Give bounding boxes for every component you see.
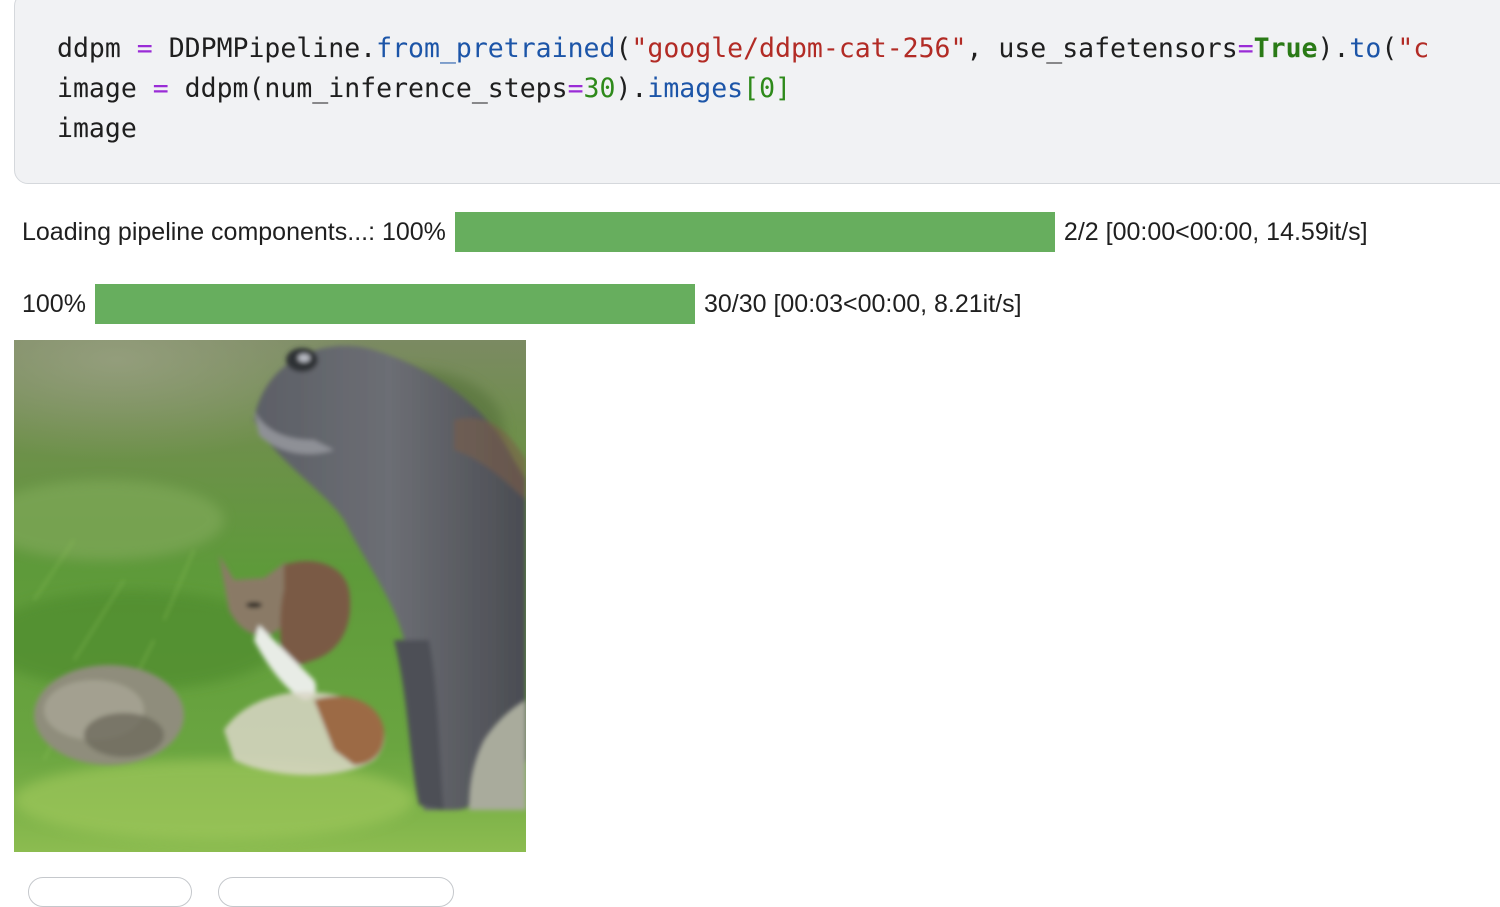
progress-label: Loading pipeline components...: 100%: [22, 217, 446, 246]
code-editor[interactable]: ddpm = DDPMPipeline.from_pretrained("goo…: [57, 29, 1429, 149]
code-token: ).: [1317, 33, 1350, 64]
code-token: to: [1349, 33, 1382, 64]
code-token: ddpm: [57, 33, 137, 64]
code-token: ).: [615, 73, 648, 104]
code-token: from_pretrained: [376, 33, 616, 64]
code-token: True: [1253, 33, 1318, 64]
code-token: DDPMPipeline.: [152, 33, 377, 64]
progress-pipeline-components: Loading pipeline components...: 100% 2/2…: [22, 212, 1368, 252]
code-token: =: [152, 73, 169, 104]
output-action-button[interactable]: [218, 877, 454, 907]
code-line: image: [57, 113, 137, 144]
output-action-button[interactable]: [28, 877, 192, 907]
code-token: "c: [1397, 33, 1430, 64]
code-token: 30: [583, 73, 616, 104]
progress-label: 100%: [22, 289, 86, 318]
progress-bar: [454, 212, 1055, 252]
code-line: ddpm = DDPMPipeline.from_pretrained("goo…: [57, 33, 1429, 64]
output-image: [14, 340, 526, 852]
code-token: 0: [759, 73, 776, 104]
code-token: =: [567, 73, 584, 104]
code-token: ddpm(num_inference_steps: [168, 73, 568, 104]
code-token: (: [615, 33, 632, 64]
code-line: image = ddpm(num_inference_steps=30).ima…: [57, 73, 791, 104]
code-token: (: [1381, 33, 1398, 64]
generated-cat-image: [14, 340, 526, 852]
progress-bar: [94, 284, 695, 324]
code-token: =: [136, 33, 153, 64]
code-token: "google/ddpm-cat-256": [631, 33, 967, 64]
progress-stats: 30/30 [00:03<00:00, 8.21it/s]: [703, 289, 1022, 318]
code-token: ]: [775, 73, 792, 104]
progress-inference-steps: 100% 30/30 [00:03<00:00, 8.21it/s]: [22, 284, 1022, 324]
progress-bar-fill: [454, 212, 1055, 252]
code-token: , use_safetensors: [966, 33, 1238, 64]
progress-stats: 2/2 [00:00<00:00, 14.59it/s]: [1063, 217, 1368, 246]
code-cell[interactable]: ddpm = DDPMPipeline.from_pretrained("goo…: [14, 0, 1500, 184]
progress-bar-fill: [94, 284, 695, 324]
code-token: image: [57, 73, 153, 104]
code-token: images: [647, 73, 744, 104]
code-token: =: [1237, 33, 1254, 64]
code-token: [: [743, 73, 760, 104]
code-token: image: [57, 113, 137, 144]
